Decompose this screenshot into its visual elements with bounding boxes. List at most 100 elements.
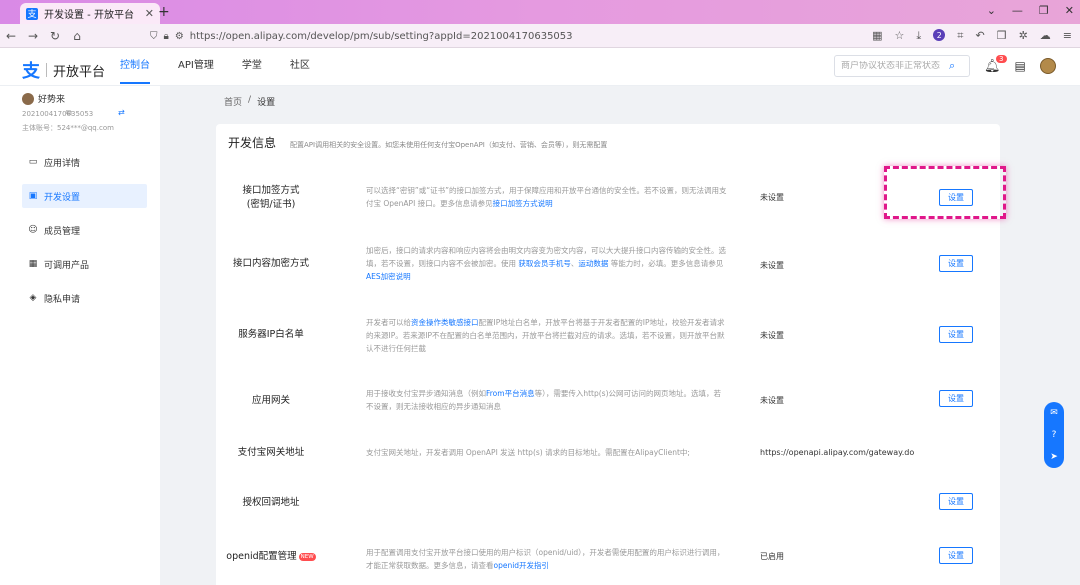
crop-icon[interactable]: ⌗ <box>957 29 963 43</box>
shield-icon: ⛉ <box>150 30 158 42</box>
download-icon[interactable]: ⤓ <box>916 29 921 43</box>
users-icon: ☺ <box>28 225 38 235</box>
row-label: openid配置管理 NEW <box>216 550 326 564</box>
logo-text: 开放平台 <box>53 64 106 80</box>
row-description: 开发者可以给资金操作类敏感接口配置IP地址白名单，开放平台将基于开发者配置的IP… <box>366 316 728 355</box>
row-label: 接口内容加密方式 <box>232 258 309 269</box>
signing-doc-link[interactable]: 接口加签方式说明 <box>493 199 553 208</box>
search-box: ⌕ <box>834 55 970 77</box>
window-icon[interactable]: ❒ <box>997 29 1007 43</box>
home-icon[interactable]: ⌂ <box>66 29 88 43</box>
header-icons: 🔔︎ 3 ▤ <box>984 54 1056 74</box>
logo[interactable]: 支 开放平台 <box>22 57 105 83</box>
row-description: 可以选择“密钥”或“证书”的接口加签方式，用于保障应用和开放平台通信的安全性。若… <box>366 184 728 210</box>
star-icon[interactable]: ☆ <box>895 29 905 43</box>
row-label-line2: (密钥/证书) <box>246 199 296 210</box>
maximize-icon[interactable]: ❐ <box>1039 4 1049 17</box>
browser-toolbar: ▦ ☆ ⤓ 2 ⌗ ↶ ❒ ✲ ☁ ≡ <box>872 29 1072 43</box>
sidebar-item-products[interactable]: ▦ 可调用产品 <box>22 252 147 276</box>
row-label: 支付宝网关地址 <box>237 447 305 458</box>
chat-icon[interactable]: ✉ <box>1050 408 1058 418</box>
reload-icon[interactable]: ↻ <box>44 29 66 43</box>
sidebar-item-app-details[interactable]: ▭ 应用详情 <box>22 150 147 174</box>
row-label: 授权回调地址 <box>242 497 300 508</box>
breadcrumb: 首页 / 设置 <box>224 95 275 108</box>
new-tab-icon[interactable]: + <box>158 4 170 20</box>
browser-tab-bar: 支 开发设置 - 开放平台 ✕ + ⌄ — ❐ ✕ <box>0 0 1080 24</box>
close-window-icon[interactable]: ✕ <box>1065 4 1074 17</box>
tab-title: 开发设置 - 开放平台 <box>44 10 134 21</box>
chevron-down-icon[interactable]: ⌄ <box>987 4 996 17</box>
cloud-icon[interactable]: ☁ <box>1040 29 1051 43</box>
undo-icon[interactable]: ↶ <box>975 29 984 43</box>
puzzle-icon[interactable]: ✲ <box>1019 29 1028 43</box>
row-status: 未设置 <box>760 193 784 202</box>
sidebar-item-dev-settings[interactable]: ▣ 开发设置 <box>22 184 147 208</box>
from-platform-link[interactable]: From平台消息 <box>486 389 535 398</box>
breadcrumb-home[interactable]: 首页 <box>224 95 242 108</box>
alipay-favicon-icon: 支 <box>26 7 38 20</box>
card-title: 开发信息 <box>228 136 277 150</box>
encryption-settings-button[interactable]: 设置 <box>939 255 973 272</box>
openid-settings-button[interactable]: 设置 <box>939 547 973 564</box>
notification-count-badge: 3 <box>996 54 1007 63</box>
sensitive-api-link[interactable]: 资金操作类敏感接口 <box>411 318 479 327</box>
back-icon[interactable]: ← <box>0 29 22 43</box>
gateway-url: https://openapi.alipay.com/gateway.do <box>760 448 915 457</box>
sidebar-item-label: 应用详情 <box>44 158 81 169</box>
navigate-icon[interactable]: ➤ <box>1050 452 1058 462</box>
switch-icon[interactable]: ⇄ <box>118 108 125 117</box>
help-icon[interactable]: ? <box>1052 430 1057 440</box>
alipay-logo-icon: 支 <box>22 61 40 82</box>
browser-tab[interactable]: 支 开发设置 - 开放平台 ✕ <box>20 3 160 24</box>
openid-guide-link[interactable]: openid开发指引 <box>494 561 550 570</box>
product-icon: ▦ <box>28 259 38 269</box>
url-text: https://open.alipay.com/develop/pm/sub/s… <box>189 30 573 42</box>
row-label: 应用网关 <box>251 395 290 406</box>
auth-callback-settings-button[interactable]: 设置 <box>939 493 973 510</box>
extension-badge-icon[interactable]: 2 <box>933 29 946 41</box>
row-status: 已启用 <box>760 552 784 561</box>
row-label: 服务器IP白名单 <box>238 329 304 340</box>
floating-help-widget: ✉ ? ➤ <box>1044 402 1064 468</box>
search-icon[interactable]: ⌕ <box>949 59 955 73</box>
dev-info-card: 开发信息 配置API调用相关的安全设置。如您未使用任何支付宝OpenAPI（如支… <box>216 124 1000 585</box>
nav-community[interactable]: 社区 <box>290 48 310 86</box>
gateway-settings-button[interactable]: 设置 <box>939 390 973 407</box>
window-controls: ⌄ — ❐ ✕ <box>987 4 1074 17</box>
row-label-line1: 接口加签方式 <box>242 185 300 196</box>
sidebar-item-members[interactable]: ☺ 成员管理 <box>22 218 147 242</box>
logo-divider <box>46 63 47 77</box>
aes-doc-link[interactable]: AES加密说明 <box>366 272 411 281</box>
minimize-icon[interactable]: — <box>1012 4 1023 17</box>
address-bar: ← → ↻ ⌂ ⛉ 🔒︎ ⚙ https://open.alipay.com/d… <box>0 24 1080 48</box>
forward-icon[interactable]: → <box>22 29 44 43</box>
lock-icon: 🔒︎ <box>163 30 169 42</box>
row-label: 接口加签方式 (密钥/证书) <box>216 184 326 212</box>
menu-icon[interactable]: ≡ <box>1063 29 1072 43</box>
url-field[interactable]: ⛉ 🔒︎ ⚙ https://open.alipay.com/develop/p… <box>150 27 850 45</box>
ip-whitelist-settings-button[interactable]: 设置 <box>939 326 973 343</box>
member-phone-link[interactable]: 获取会员手机号 <box>518 259 571 268</box>
avatar[interactable] <box>1039 58 1056 74</box>
search-input[interactable] <box>841 61 949 71</box>
desc-text: 等能力时，必填。更多信息请参见 <box>608 259 724 268</box>
card-header: 开发信息 配置API调用相关的安全设置。如您未使用任何支付宝OpenAPI（如支… <box>228 134 607 151</box>
sidebar-item-privacy[interactable]: ◈ 隐私申请 <box>22 286 147 310</box>
sports-data-link[interactable]: 运动数据 <box>578 259 608 268</box>
nav-console[interactable]: 控制台 <box>120 48 150 86</box>
site-header: 支 开放平台 控制台 API管理 学堂 社区 ⌕ 🔔︎3 ▤ <box>0 48 1080 86</box>
sidebar-item-label: 隐私申请 <box>44 294 81 305</box>
highlight-box <box>884 166 1006 219</box>
code-icon: ▣ <box>28 191 38 201</box>
copy-icon[interactable]: ⧉ <box>66 108 72 118</box>
site-settings-icon[interactable]: ⚙ <box>175 31 184 42</box>
row-label-text: openid配置管理 <box>226 551 297 562</box>
close-icon[interactable]: ✕ <box>145 7 154 20</box>
document-icon[interactable]: ▤ <box>1015 59 1026 73</box>
bell-icon[interactable]: 🔔︎ 3 <box>984 54 1007 74</box>
top-nav: 控制台 API管理 学堂 社区 <box>120 48 338 86</box>
qr-code-icon[interactable]: ▦ <box>872 29 882 43</box>
nav-academy[interactable]: 学堂 <box>242 48 262 86</box>
nav-api-management[interactable]: API管理 <box>178 48 214 86</box>
